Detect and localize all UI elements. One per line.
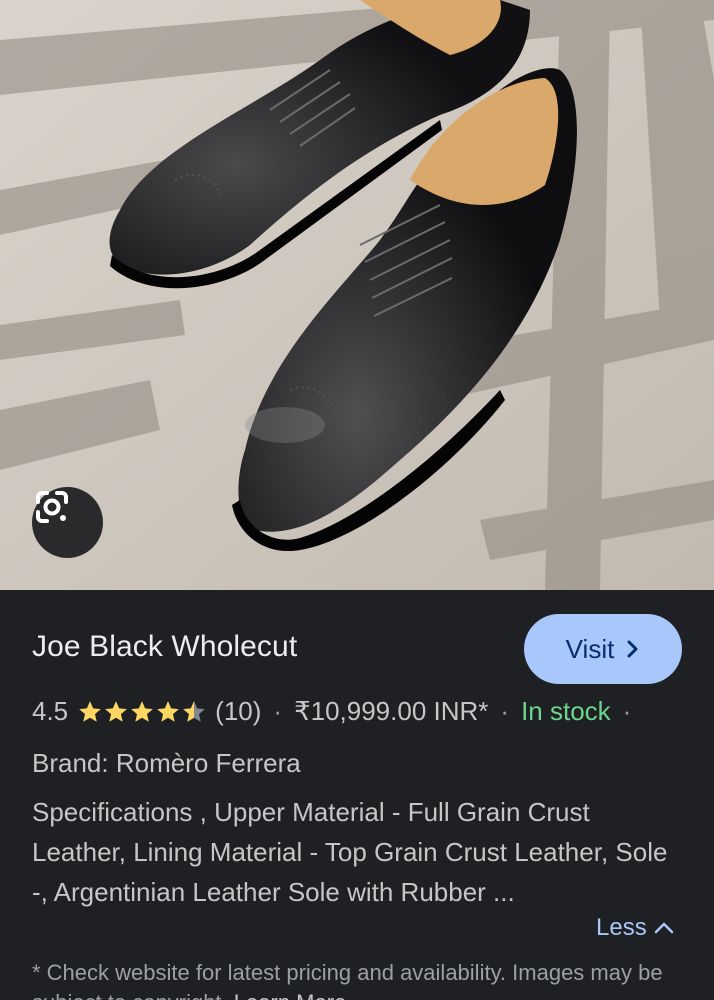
star-full-icon <box>79 700 101 722</box>
product-specifications: Specifications , Upper Material - Full G… <box>32 797 668 907</box>
star-full-icon <box>131 700 153 722</box>
google-lens-icon <box>36 491 68 523</box>
chevron-up-icon <box>654 922 673 934</box>
less-label: Less <box>596 914 647 941</box>
review-count[interactable]: (10) <box>215 696 261 727</box>
star-full-icon <box>157 700 179 722</box>
visit-label: Visit <box>565 633 615 664</box>
disclaimer-body: * Check website for latest pricing and a… <box>32 960 663 1000</box>
star-rating <box>77 699 207 725</box>
chevron-right-icon <box>627 640 638 658</box>
product-image[interactable] <box>0 0 714 590</box>
brand-line: Brand: Romèro Ferrera <box>32 748 301 778</box>
product-title: Joe Black Wholecut <box>32 630 298 663</box>
separator-dot: · <box>500 696 510 726</box>
google-lens-button[interactable] <box>32 487 103 558</box>
star-half-icon <box>183 700 205 722</box>
star-full-icon <box>105 700 127 722</box>
separator-dot: · <box>622 696 632 726</box>
product-detail-page: Joe Black Wholecut Visit 4.5 (10) · ₹10,… <box>0 0 714 1000</box>
less-toggle[interactable]: Less <box>596 914 675 942</box>
rating-value: 4.5 <box>32 696 69 726</box>
disclaimer-text: * Check website for latest pricing and a… <box>32 958 672 1000</box>
shoe-photo <box>0 0 714 590</box>
visit-button[interactable]: Visit <box>524 614 682 684</box>
learn-more-link[interactable]: Learn More <box>234 990 347 1000</box>
stock-status: In stock <box>521 696 611 726</box>
rating-row: 4.5 (10) · ₹10,999.00 INR* · In stock · <box>32 696 643 727</box>
price: ₹10,999.00 INR* <box>294 696 489 726</box>
separator-dot: · <box>273 696 283 726</box>
